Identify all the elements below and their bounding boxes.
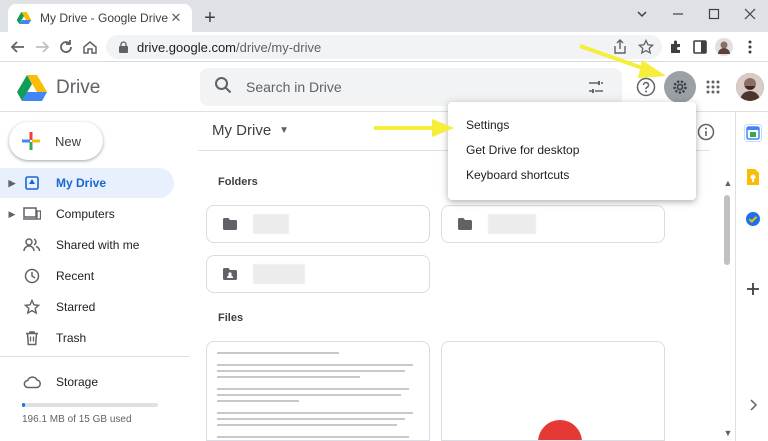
plus-icon [22,132,40,150]
files-section-label: Files [218,312,244,324]
apps-grid-icon[interactable] [700,74,726,100]
folder-card[interactable] [441,205,665,243]
annotation-arrow-settings [374,119,454,137]
file-card-image[interactable] [441,341,665,441]
sidebar-divider [0,356,190,357]
drive-logo[interactable]: Drive [16,74,100,102]
computers-icon [22,204,42,224]
file-card-document[interactable] [206,341,430,441]
settings-menu: Settings Get Drive for desktop Keyboard … [448,102,696,200]
page-title-dropdown[interactable]: My Drive ▼ [212,122,289,139]
sidebar-item-starred[interactable]: Starred [0,292,174,322]
storage-used-text: 196.1 MB of 15 GB used [22,414,132,425]
minimize-icon[interactable] [668,4,688,24]
shared-icon [22,235,42,255]
sidebar-item-recent[interactable]: Recent [0,261,174,291]
lock-icon [118,41,129,53]
drive-favicon-icon [16,12,32,24]
sidebar-item-shared-with-me[interactable]: Shared with me [0,230,174,260]
sidebar-item-label: Shared with me [56,238,140,252]
storage-usage-bar [22,403,158,407]
gear-icon [673,80,687,94]
scroll-up-icon[interactable]: ▲ [723,178,733,188]
scroll-down-icon[interactable]: ▼ [723,428,733,438]
new-tab-icon[interactable]: + [200,7,220,29]
tab-close-icon[interactable]: ✕ [168,10,184,26]
expand-caret-icon[interactable]: ▶ [6,178,18,189]
sidebar-item-label: Computers [56,207,115,221]
cloud-icon [22,372,42,392]
sidebar-item-label: Storage [56,375,99,389]
tab-search-icon[interactable] [632,4,652,24]
scrollbar-thumb[interactable] [724,195,730,265]
search-input[interactable]: Search in Drive [246,79,584,95]
back-icon[interactable] [8,37,28,57]
expand-caret-icon[interactable]: ▶ [6,209,18,220]
tab-title: My Drive - Google Drive [40,11,168,25]
sidebar-item-my-drive[interactable]: ▶ My Drive [0,168,174,198]
tasks-icon[interactable] [744,210,762,228]
redacted-folder-name [253,264,305,284]
drive-logo-icon [17,75,47,101]
home-icon[interactable] [80,37,100,57]
browser-tab[interactable]: My Drive - Google Drive ✕ [8,4,192,32]
clock-icon [22,266,42,286]
window-close-icon[interactable] [740,4,760,24]
folders-section-label: Folders [218,176,258,188]
profile-avatar-small[interactable] [714,37,734,57]
browser-menu-icon[interactable] [740,37,760,57]
annotation-arrow-gear [579,44,666,78]
sidebar-item-label: Recent [56,269,95,283]
search-bar[interactable]: Search in Drive [200,68,622,106]
redacted-folder-name [488,214,536,234]
folder-card[interactable] [206,205,430,243]
sidebar-item-computers[interactable]: ▶ Computers [0,199,174,229]
menu-item-keyboard-shortcuts[interactable]: Keyboard shortcuts [448,162,696,187]
search-icon[interactable] [214,76,232,99]
my-drive-icon [22,173,42,193]
sidebar-item-trash[interactable]: Trash [0,323,174,353]
file-thumbnail-image [538,420,582,440]
star-icon [22,297,42,317]
folder-icon [456,215,474,233]
browser-tab-bar: My Drive - Google Drive ✕ + [0,0,768,32]
folder-card[interactable] [206,255,430,293]
url-host: drive.google.com [137,39,236,55]
side-panel-icon[interactable] [690,37,710,57]
redacted-folder-name [253,214,289,234]
reload-icon[interactable] [56,37,76,57]
sidebar-item-label: Trash [56,331,87,345]
account-avatar[interactable] [736,73,764,101]
folder-icon [221,215,239,233]
sidebar-item-label: Starred [56,300,96,314]
chevron-down-icon: ▼ [279,125,290,136]
menu-item-settings[interactable]: Settings [448,112,696,137]
add-addon-icon[interactable] [744,280,762,298]
sidebar-item-storage[interactable]: Storage [0,367,174,397]
new-button-label: New [55,133,82,149]
menu-item-get-drive-for-desktop[interactable]: Get Drive for desktop [448,137,696,162]
trash-icon [22,328,42,348]
keep-icon[interactable] [744,168,762,186]
page-title: My Drive [212,122,272,139]
maximize-icon[interactable] [704,4,724,24]
side-panel [735,112,768,441]
drive-logo-text: Drive [56,77,101,98]
collapse-panel-icon[interactable] [744,396,762,414]
storage-usage-fill [22,403,25,407]
info-icon[interactable] [696,122,716,142]
sidebar: New ▶ My Drive ▶ Computers Shared with m… [0,112,190,441]
new-button[interactable]: New [9,122,103,160]
forward-icon[interactable] [32,37,52,57]
sidebar-item-label: My Drive [56,176,107,190]
url-path: /drive/my-drive [236,39,322,55]
calendar-icon[interactable] [744,124,762,142]
document-preview [217,352,421,440]
shared-folder-icon [221,265,239,283]
